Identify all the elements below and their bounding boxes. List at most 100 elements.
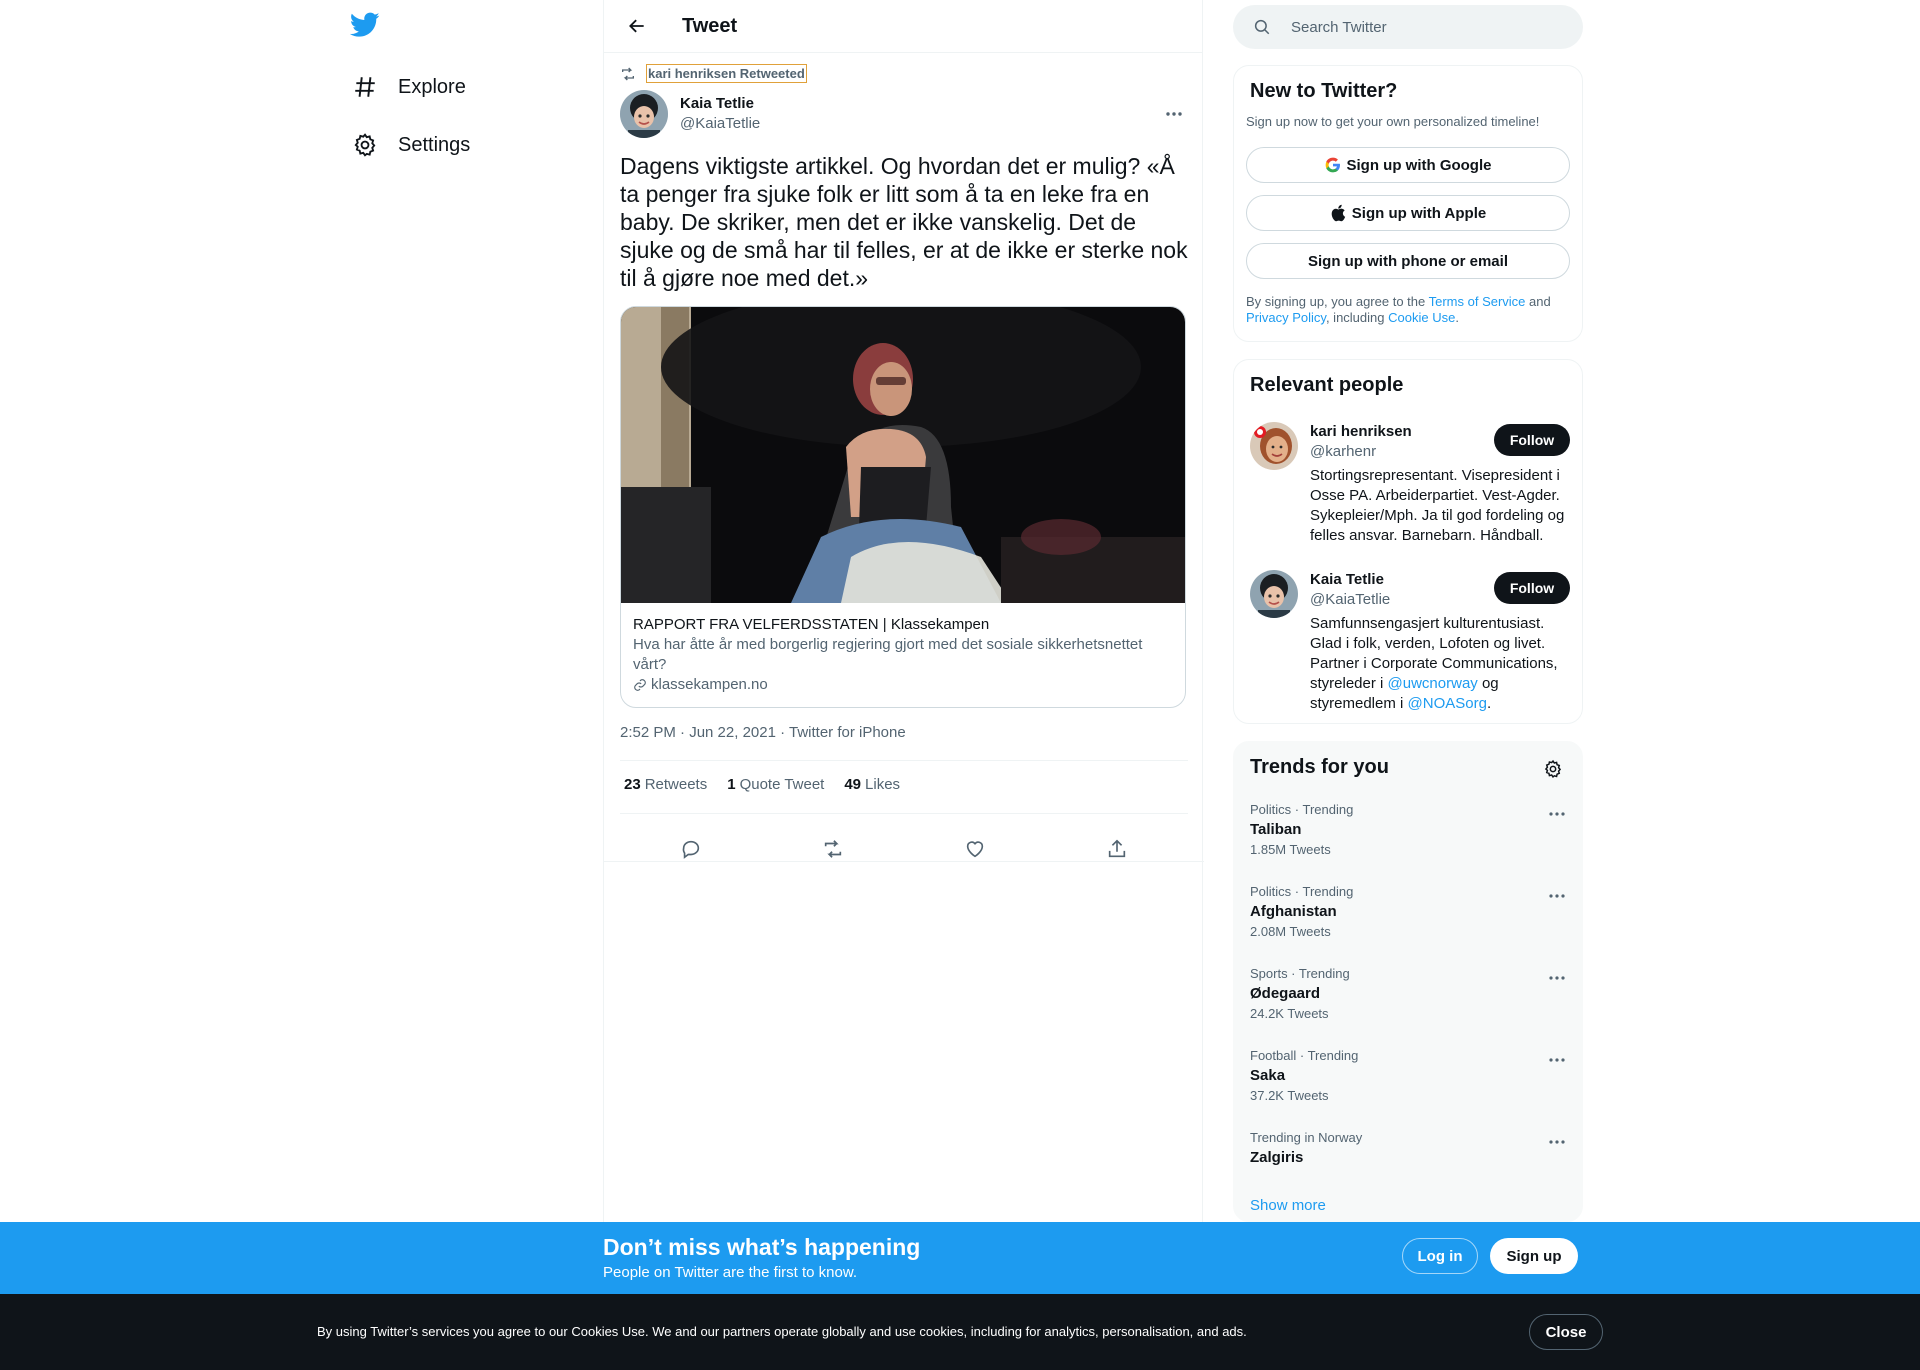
terms-of-service-link[interactable]: Terms of Service <box>1429 294 1526 309</box>
reply-icon <box>682 840 700 859</box>
trends-title: Trends for you <box>1250 756 1389 778</box>
signup-button[interactable]: Sign up <box>1490 1238 1578 1274</box>
retweet-icon <box>620 66 636 82</box>
apple-icon <box>1331 204 1345 222</box>
signup-phone-email-button[interactable]: Sign up with phone or email <box>1246 243 1570 279</box>
retweet-context: kari henriksen Retweeted <box>620 64 807 83</box>
mention-link[interactable]: @uwcnorway <box>1388 675 1478 692</box>
relevant-people-title: Relevant people <box>1250 374 1404 396</box>
new-to-twitter-subtitle: Sign up now to get your own personalized… <box>1246 114 1540 129</box>
terms-text: and <box>1525 294 1551 309</box>
trend-more-button[interactable] <box>1544 1050 1570 1070</box>
trend-item[interactable]: Politics · Trending Taliban 1.85M Tweets <box>1250 802 1570 858</box>
tweet-author: Kaia Tetlie @KaiaTetlie <box>620 90 1188 138</box>
more-horizontal-icon <box>1549 894 1565 898</box>
cookie-bar: By using Twitter’s services you agree to… <box>0 1294 1920 1370</box>
bio-text: . <box>1486 695 1492 712</box>
arrow-left-icon <box>629 19 644 33</box>
privacy-policy-link[interactable]: Privacy Policy <box>1246 310 1326 325</box>
trend-meta: Trending in Norway <box>1250 1130 1363 1145</box>
like-button[interactable] <box>956 830 994 868</box>
card-domain: klassekampen.no <box>633 675 1173 695</box>
google-icon <box>1325 157 1340 173</box>
person-bio: Stortingsrepresentant. Visepresident i O… <box>1310 467 1565 544</box>
trend-name: Zalgiris <box>1250 1149 1304 1166</box>
avatar[interactable] <box>620 90 668 138</box>
search-input[interactable] <box>1291 18 1551 36</box>
reply-button[interactable] <box>672 830 710 868</box>
twitter-bird-icon[interactable] <box>350 12 382 44</box>
author-name[interactable]: Kaia Tetlie <box>680 94 760 114</box>
retweets-stat[interactable]: 23 Retweets <box>624 776 707 793</box>
trend-count: 2.08M Tweets <box>1250 924 1331 939</box>
trend-item[interactable]: Sports · Trending Ødegaard 24.2K Tweets <box>1250 966 1570 1022</box>
quote-tweets-stat[interactable]: 1 Quote Tweet <box>727 776 824 793</box>
share-button[interactable] <box>1098 830 1136 868</box>
trend-name: Ødegaard <box>1250 985 1321 1002</box>
tweet-timestamp[interactable]: 2:52 PM · Jun 22, 2021 · Twitter for iPh… <box>620 724 906 741</box>
likes-stat[interactable]: 49 Likes <box>844 776 900 793</box>
more-horizontal-icon <box>1549 1140 1565 1144</box>
cookie-close-button[interactable]: Close <box>1529 1314 1603 1350</box>
trend-more-button[interactable] <box>1544 968 1570 988</box>
signup-google-button[interactable]: Sign up with Google <box>1246 147 1570 183</box>
back-button[interactable] <box>620 9 654 43</box>
trends-settings-button[interactable] <box>1540 756 1566 782</box>
nav-item-settings[interactable]: Settings <box>352 125 470 165</box>
gear-icon <box>352 132 378 158</box>
login-button[interactable]: Log in <box>1402 1238 1478 1274</box>
trend-meta: Politics · Trending <box>1250 884 1354 899</box>
person-name[interactable]: Kaia Tetlie <box>1310 570 1384 590</box>
trend-item[interactable]: Politics · Trending Afghanistan 2.08M Tw… <box>1250 884 1570 940</box>
avatar[interactable] <box>1250 570 1298 618</box>
trend-count: 1.85M Tweets <box>1250 842 1331 857</box>
nav-item-explore-label: Explore <box>398 75 466 98</box>
gear-icon <box>1544 759 1562 779</box>
banner-title: Don’t miss what’s happening <box>603 1234 921 1260</box>
cookie-text: By using Twitter’s services you agree to… <box>317 1324 1247 1339</box>
share-icon <box>1108 839 1126 858</box>
retweet-icon <box>824 840 842 858</box>
retweeted-by-link[interactable]: kari henriksen Retweeted <box>646 64 807 83</box>
show-more-link[interactable]: Show more <box>1250 1197 1326 1214</box>
trend-more-button[interactable] <box>1544 1132 1570 1152</box>
signup-apple-label: Sign up with Apple <box>1351 204 1487 222</box>
trend-more-button[interactable] <box>1544 886 1570 906</box>
avatar[interactable] <box>1250 422 1298 470</box>
card-domain-text: klassekampen.no <box>651 676 768 693</box>
more-options-button[interactable] <box>1160 104 1188 124</box>
cookie-use-link[interactable]: Cookie Use <box>1388 310 1455 325</box>
retweet-button[interactable] <box>814 830 852 868</box>
tweet-stats: 23 Retweets 1 Quote Tweet 49 Likes <box>624 776 920 793</box>
quote-tweets-count: 1 <box>727 776 736 793</box>
signup-apple-button[interactable]: Sign up with Apple <box>1246 195 1570 231</box>
trend-more-button[interactable] <box>1544 804 1570 824</box>
trend-meta: Politics · Trending <box>1250 802 1354 817</box>
person-name[interactable]: kari henriksen <box>1310 422 1412 442</box>
person-handle[interactable]: @karhenr <box>1310 442 1376 462</box>
trend-meta: Sports · Trending <box>1250 966 1350 981</box>
link-card[interactable]: RAPPORT FRA VELFERDSSTATEN | Klassekampe… <box>620 306 1186 708</box>
likes-count: 49 <box>844 776 862 793</box>
trend-item[interactable]: Football · Trending Saka 37.2K Tweets <box>1250 1048 1570 1104</box>
retweets-label: Retweets <box>644 776 708 793</box>
person-handle[interactable]: @KaiaTetlie <box>1310 590 1390 610</box>
card-photo <box>621 307 1185 603</box>
new-to-twitter-title: New to Twitter? <box>1250 80 1398 102</box>
tweet-actions <box>620 824 1188 874</box>
follow-button[interactable]: Follow <box>1494 424 1570 456</box>
quote-tweets-label: Quote Tweet <box>739 776 825 793</box>
author-handle[interactable]: @KaiaTetlie <box>680 114 760 134</box>
nav-item-explore[interactable]: Explore <box>352 67 466 107</box>
search-box[interactable] <box>1233 5 1583 49</box>
heart-icon <box>966 841 984 858</box>
tweet-header: Tweet <box>604 0 1202 53</box>
signup-terms: By signing up, you agree to the Terms of… <box>1246 294 1566 326</box>
divider <box>620 760 1188 761</box>
mention-link[interactable]: @NOASorg <box>1408 695 1487 712</box>
signup-phone-email-label: Sign up with phone or email <box>1307 252 1508 270</box>
trend-name: Saka <box>1250 1067 1286 1084</box>
divider <box>620 813 1188 814</box>
trend-item[interactable]: Trending in Norway Zalgiris <box>1250 1130 1570 1168</box>
follow-button[interactable]: Follow <box>1494 572 1570 604</box>
